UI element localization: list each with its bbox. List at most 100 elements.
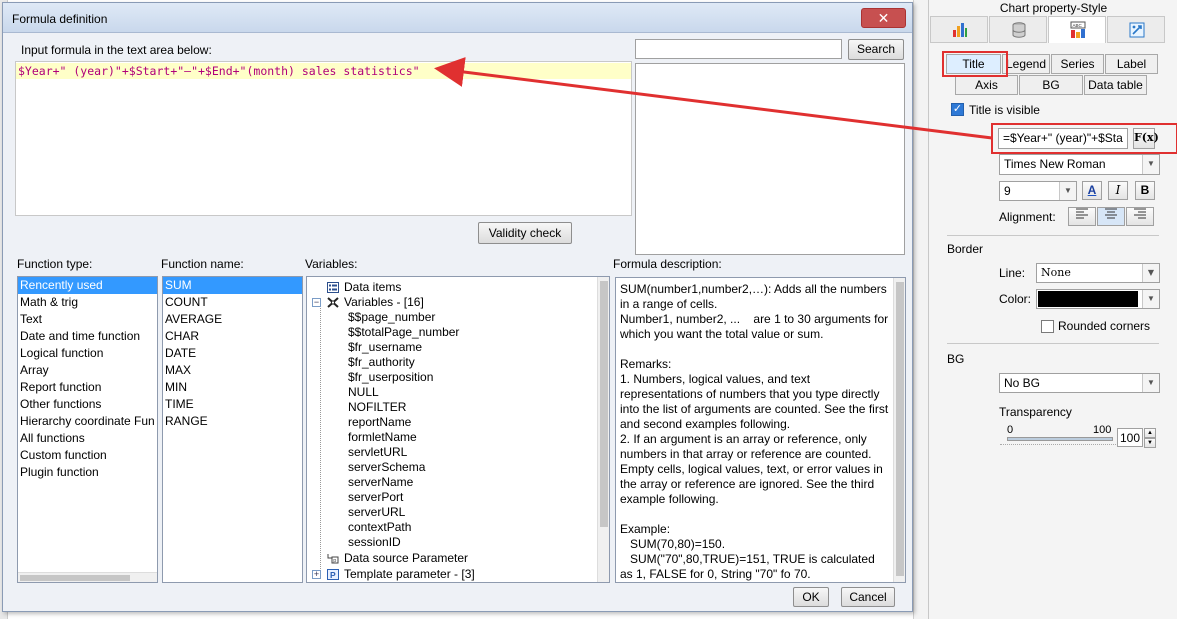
function-name-item[interactable]: COUNT [163, 294, 302, 311]
spinner-up-button[interactable]: ▲ [1144, 428, 1156, 438]
function-name-item[interactable]: AVERAGE [163, 311, 302, 328]
search-button[interactable]: Search [848, 39, 904, 60]
function-name-item[interactable]: CHAR [163, 328, 302, 345]
italic-button[interactable]: I [1108, 181, 1128, 200]
ok-button[interactable]: OK [793, 587, 829, 607]
function-type-item[interactable]: Text [18, 311, 157, 328]
tab-bg[interactable]: BG [1019, 75, 1083, 95]
color-label: Color: [999, 292, 1032, 306]
vertical-scrollbar[interactable] [893, 278, 905, 582]
variable-item[interactable]: formletName [348, 430, 417, 445]
align-center-button[interactable] [1097, 207, 1125, 226]
variable-item[interactable]: $$page_number [348, 310, 435, 325]
tab-legend[interactable]: Legend [1002, 54, 1050, 74]
variable-item[interactable]: NOFILTER [348, 400, 406, 415]
close-button[interactable]: ✕ [861, 8, 906, 28]
variable-item[interactable]: $fr_username [348, 340, 422, 355]
title-visible-checkbox[interactable]: ✓ [951, 103, 964, 116]
function-type-list[interactable]: Rencently used Math & trig Text Date and… [17, 276, 158, 583]
tree-node-template-parameter[interactable]: P Template parameter - [3] [327, 567, 475, 582]
function-type-item[interactable]: Array [18, 362, 157, 379]
vertical-scrollbar[interactable] [597, 277, 609, 582]
horizontal-scrollbar[interactable] [18, 572, 157, 582]
variable-item[interactable]: reportName [348, 415, 411, 430]
search-input[interactable] [635, 39, 842, 59]
expand-toggle[interactable]: + [312, 570, 321, 579]
variable-item[interactable]: $fr_userposition [348, 370, 433, 385]
chart-type-icon [953, 23, 967, 37]
variable-item[interactable]: serverSchema [348, 460, 425, 475]
transparency-input[interactable]: 100 [1117, 428, 1143, 447]
align-left-button[interactable] [1068, 207, 1096, 226]
variable-item[interactable]: sessionID [348, 535, 401, 550]
tab-data-table[interactable]: Data table [1084, 75, 1147, 95]
variable-item[interactable]: servletURL [348, 445, 407, 460]
spinner-down-button[interactable]: ▼ [1144, 438, 1156, 448]
bold-button[interactable]: B [1135, 181, 1155, 200]
function-type-item[interactable]: Math & trig [18, 294, 157, 311]
variable-item[interactable]: serverName [348, 475, 413, 490]
collapse-toggle[interactable]: − [312, 298, 321, 307]
function-name-item[interactable]: DATE [163, 345, 302, 362]
dialog-titlebar[interactable]: Formula definition ✕ [3, 3, 912, 33]
variables-tree[interactable]: Data items − Variables - [16] $$page_num… [306, 276, 610, 583]
line-style-select[interactable]: None ▼ [1036, 263, 1160, 283]
function-name-item[interactable]: TIME [163, 396, 302, 413]
variable-item[interactable]: contextPath [348, 520, 411, 535]
validity-check-button[interactable]: Validity check [478, 222, 572, 244]
function-name-item[interactable]: MIN [163, 379, 302, 396]
function-type-item[interactable]: Hierarchy coordinate Fun [18, 413, 157, 430]
function-name-item[interactable]: SUM [163, 277, 302, 294]
search-results-box[interactable] [635, 63, 905, 255]
tab-axis[interactable]: Axis [955, 75, 1018, 95]
function-type-item[interactable]: Custom function [18, 447, 157, 464]
function-type-item[interactable]: All functions [18, 430, 157, 447]
align-right-button[interactable] [1126, 207, 1154, 226]
formula-description-label: Formula description: [613, 257, 722, 271]
function-type-item[interactable]: Plugin function [18, 464, 157, 481]
tab-data[interactable] [989, 16, 1047, 43]
function-name-item[interactable]: RANGE [163, 413, 302, 430]
bg-select[interactable]: No BG ▼ [999, 373, 1160, 393]
tree-node-data-items[interactable]: Data items [327, 280, 401, 295]
tree-node-variables[interactable]: Variables - [16] [327, 295, 424, 310]
database-icon [1012, 22, 1026, 38]
scrollbar-thumb[interactable] [600, 281, 608, 527]
tab-effects[interactable] [1107, 16, 1165, 43]
formula-prompt-label: Input formula in the text area below: [21, 43, 212, 57]
chevron-down-icon: ▼ [1059, 182, 1076, 200]
tab-label[interactable]: Label [1105, 54, 1158, 74]
variable-item[interactable]: $fr_authority [348, 355, 415, 370]
scrollbar-thumb[interactable] [896, 282, 904, 576]
rounded-corners-checkbox[interactable] [1041, 320, 1054, 333]
transparency-slider-track[interactable] [1007, 437, 1113, 441]
cancel-button[interactable]: Cancel [841, 587, 895, 607]
svg-text:ABC: ABC [1073, 23, 1083, 28]
variable-item[interactable]: NULL [348, 385, 379, 400]
variable-item[interactable]: $$totalPage_number [348, 325, 459, 340]
function-type-item[interactable]: Logical function [18, 345, 157, 362]
function-type-item[interactable]: Report function [18, 379, 157, 396]
scrollbar-thumb[interactable] [20, 575, 130, 581]
slider-ticks [1000, 444, 1120, 450]
font-family-select[interactable]: Times New Roman ▼ [999, 154, 1160, 175]
tab-style[interactable]: ABC [1048, 16, 1106, 43]
align-right-icon [1134, 208, 1146, 219]
function-type-item[interactable]: Other functions [18, 396, 157, 413]
caret-down-icon: ▼ [1147, 440, 1153, 446]
function-type-item[interactable]: Date and time function [18, 328, 157, 345]
function-type-item[interactable]: Rencently used [18, 277, 157, 294]
tree-node-datasource-parameter[interactable]: p Data source Parameter [327, 551, 468, 566]
chart-property-panel: Chart property-Style ABC Title Legend Se… [928, 0, 1177, 619]
function-name-item[interactable]: MAX [163, 362, 302, 379]
tab-series[interactable]: Series [1051, 54, 1104, 74]
formula-textarea[interactable]: $Year+" (year)"+$Start+"—"+$End+"(month)… [15, 61, 632, 216]
function-name-list[interactable]: SUM COUNT AVERAGE CHAR DATE MAX MIN TIME… [162, 276, 303, 583]
variable-item[interactable]: serverURL [348, 505, 405, 520]
slider-min-label: 0 [1007, 424, 1014, 436]
tab-chart-type[interactable] [930, 16, 988, 43]
font-size-select[interactable]: 9 ▼ [999, 181, 1077, 201]
font-color-button[interactable]: A [1082, 181, 1102, 200]
border-color-select[interactable]: ▼ [1036, 289, 1160, 309]
variable-item[interactable]: serverPort [348, 490, 403, 505]
